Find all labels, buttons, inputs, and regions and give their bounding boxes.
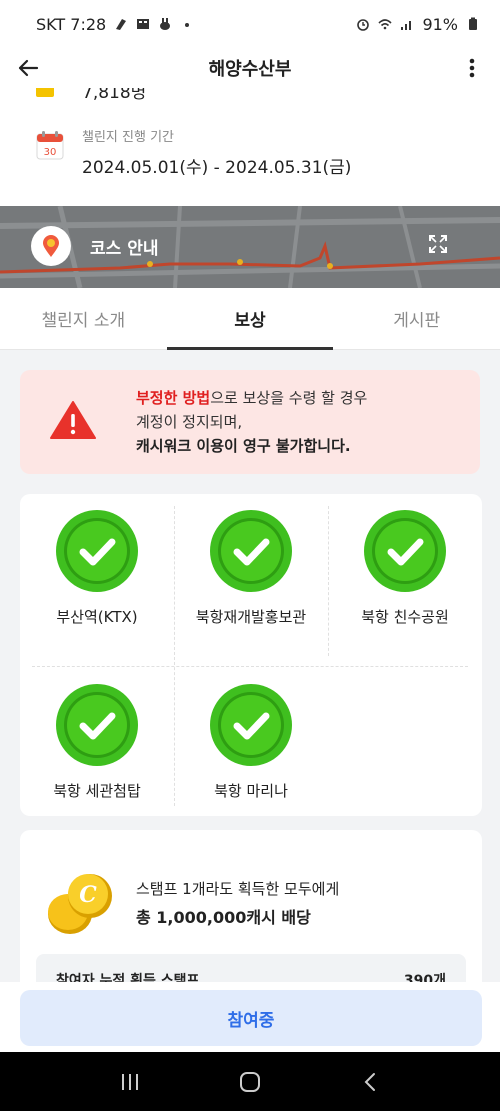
signal-icon [401,21,412,30]
bottom-action-area: 참여중 [0,982,500,1052]
system-nav-bar [0,1052,500,1111]
back-button[interactable] [12,52,44,84]
stamp-item[interactable]: 북항 세관첨탑 [20,682,174,802]
recent-apps-icon [122,1073,138,1090]
expand-icon [429,235,447,253]
tab-bar: 챌린지 소개 보상 게시판 [0,288,500,350]
warning-line-1: 부정한 방법으로 보상을 수령 할 경우 [136,386,367,410]
warning-line-3: 캐시워크 이용이 영구 불가합니다. [136,437,351,455]
map-pin-icon [43,235,59,257]
period-label: 챌린지 진행 기간 [82,130,174,145]
period-value: 2024.05.01(수) - 2024.05.31(금) [82,158,352,178]
warning-text: 부정한 방법으로 보상을 수령 할 경우 계정이 정지되며, 캐시워크 이용이 … [136,386,367,458]
page-title: 해양수산부 [208,59,292,80]
check-badge-icon [364,510,446,592]
warning-line-2: 계정이 정지되며, [136,413,243,431]
stamp-item[interactable]: 북항 마리나 [174,682,328,802]
participants-icon [36,88,54,97]
battery-icon [469,17,477,30]
home-icon [240,1071,260,1092]
participants-row: 7,818명 [36,88,146,103]
chevron-left-icon [364,1072,375,1091]
warning-banner: 부정한 방법으로 보상을 수령 할 경우 계정이 정지되며, 캐시워크 이용이 … [20,370,480,474]
more-options-button[interactable] [456,52,488,84]
stamp-name: 북항 세관첨탑 [53,782,141,800]
warning-icon [50,401,96,439]
battery-percent: 91% [422,14,458,34]
home-button[interactable] [230,1062,270,1102]
reward-total: 총 1,000,000캐시 배당 [136,908,311,927]
app-bar: 해양수산부 [0,48,500,88]
status-time: SKT 7:28 [36,14,107,34]
stamp-name: 북항 친수공원 [361,608,449,626]
rabbit-notification-icon [160,18,171,30]
warning-line-1-rest: 으로 보상을 수령 할 경우 [210,389,368,407]
stamp-item[interactable]: 북항재개발홍보관 [174,508,328,628]
period-text: 챌린지 진행 기간 2024.05.01(수) - 2024.05.31(금) [82,126,351,178]
check-badge-icon [210,510,292,592]
course-guide-label: 코스 안내 [90,239,159,259]
participants-value: 7,818명 [82,88,147,103]
grid-notification-icon [137,19,150,29]
alarm-icon [357,19,370,31]
expand-map-button[interactable] [424,230,452,258]
status-left: SKT 7:28 [36,15,356,34]
check-badge-icon [56,684,138,766]
status-bar: SKT 7:28 91% [0,0,500,48]
stamp-item[interactable]: 북항 친수공원 [328,508,482,628]
stamp-name: 북항재개발홍보관 [195,608,307,626]
coins-icon: C [48,874,112,934]
recent-apps-button[interactable] [110,1062,150,1102]
arrow-left-icon [18,59,39,77]
challenge-info: 7,818명 30 챌린지 진행 기간 2024.05.01(수) - 2024… [0,88,500,206]
course-pin-icon [31,226,71,266]
tab-challenge-intro[interactable]: 챌린지 소개 [0,288,167,349]
participating-button[interactable]: 참여중 [20,990,482,1046]
stamp-name: 북항 마리나 [214,782,288,800]
warning-red-text: 부정한 방법 [136,389,211,407]
system-back-button[interactable] [350,1062,390,1102]
divider [32,666,468,667]
stamp-name: 부산역(KTX) [56,608,138,626]
period-row: 30 챌린지 진행 기간 2024.05.01(수) - 2024.05.31(… [36,126,351,178]
wifi-icon [378,19,393,30]
course-map-banner[interactable]: 코스 안내 [0,206,500,288]
calendar-icon: 30 [36,131,64,160]
notification-app-icon [116,19,127,30]
check-badge-icon [210,684,292,766]
calendar-day: 30 [44,147,57,158]
status-right: 91% [356,15,480,34]
tab-board[interactable]: 게시판 [333,288,500,349]
more-notifications-dot-icon [185,23,190,27]
stamp-item[interactable]: 부산역(KTX) [20,508,174,628]
coin-letter: C [79,882,97,908]
more-vertical-icon [469,58,475,78]
check-badge-icon [56,510,138,592]
reward-description: 스탬프 1개라도 획득한 모두에게 [136,880,340,898]
tab-reward[interactable]: 보상 [166,288,334,350]
app-screen: SKT 7:28 91% 해양수산부 7,818명 30 챌린지 진행 기간 2… [0,0,500,1111]
stamp-grid: 부산역(KTX) 북항재개발홍보관 북항 친수공원 북항 세관첨탑 북항 마리나 [20,494,482,816]
